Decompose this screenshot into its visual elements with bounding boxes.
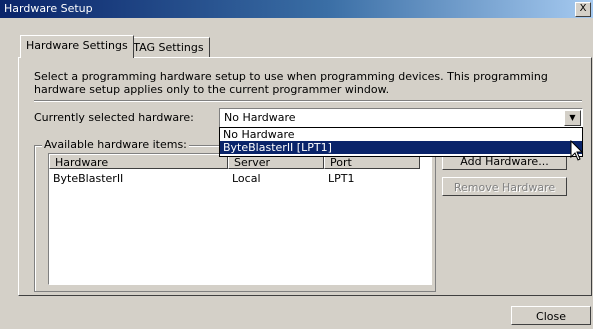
remove-hardware-button[interactable]: Remove Hardware [442,177,567,196]
close-window-icon[interactable]: X [575,2,591,17]
dropdown-option-byteblaster[interactable]: ByteBlasterII [LPT1] [220,141,582,154]
close-button[interactable]: Close [511,306,591,325]
description-text: Select a programming hardware setup to u… [34,70,548,96]
hardware-setup-window: Hardware Setup X Hardware Settings JTAG … [0,0,593,329]
chevron-down-icon[interactable]: ▼ [564,110,581,126]
dropdown-option-no-hardware[interactable]: No Hardware [220,128,582,141]
hardware-list[interactable]: Hardware Server Port ByteBlasterII Local… [48,153,432,285]
window-title: Hardware Setup [4,2,93,15]
row-port-cell: LPT1 [328,172,355,185]
current-hardware-label: Currently selected hardware: [34,111,194,124]
hardware-dropdown-list[interactable]: No Hardware ByteBlasterII [LPT1] [219,127,583,157]
title-bar[interactable]: Hardware Setup X [0,0,593,18]
row-server-cell: Local [232,172,261,185]
available-hardware-legend: Available hardware items: [42,138,189,151]
mouse-pointer-icon [570,140,584,161]
current-hardware-select[interactable]: No Hardware ▼ [219,108,583,128]
tab-jtag-settings[interactable]: JTAG Settings [124,37,210,57]
current-hardware-value: No Hardware [224,111,296,124]
separator [34,100,582,102]
tab-hardware-settings[interactable]: Hardware Settings [20,35,134,58]
row-hardware-cell: ByteBlasterII [53,172,124,185]
column-header-hardware[interactable]: Hardware [49,154,228,169]
